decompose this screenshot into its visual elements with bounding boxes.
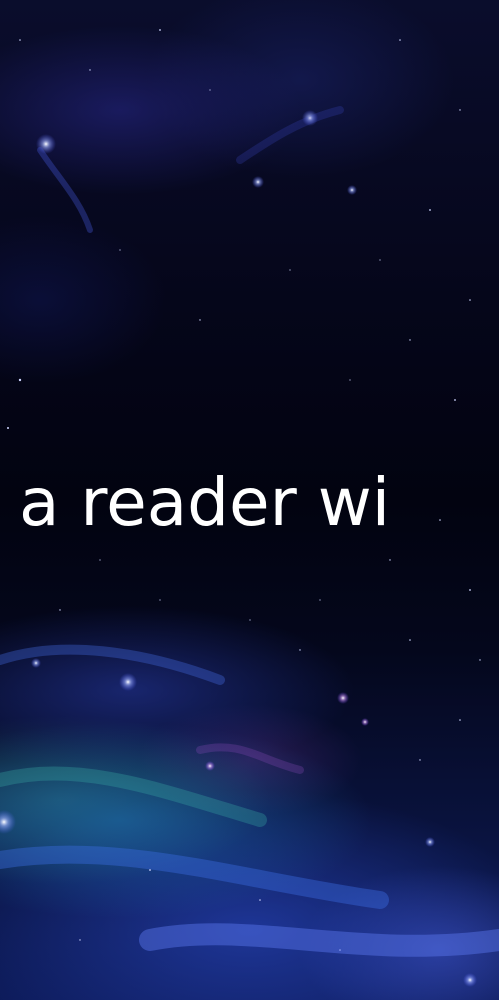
star <box>249 619 251 621</box>
star <box>159 29 161 31</box>
wisp <box>236 106 344 164</box>
star <box>479 659 481 661</box>
star-glow <box>361 718 369 726</box>
star <box>59 609 61 611</box>
star-glow <box>0 810 16 834</box>
star <box>379 259 381 261</box>
star-glow <box>31 658 41 668</box>
space-background: a reader wi <box>0 0 499 1000</box>
star <box>459 109 461 111</box>
star <box>454 399 456 401</box>
star <box>389 559 391 561</box>
star <box>419 759 421 761</box>
star <box>119 249 121 251</box>
star <box>409 639 411 641</box>
star <box>209 89 211 91</box>
star <box>199 319 201 321</box>
star-glow <box>205 761 215 771</box>
wisp <box>0 845 389 909</box>
star-glow <box>347 185 357 195</box>
star-glow <box>463 973 477 987</box>
star <box>7 427 9 429</box>
star <box>349 379 351 381</box>
star-glow <box>252 176 264 188</box>
star <box>399 39 401 41</box>
star <box>89 69 91 71</box>
star-glow <box>425 837 435 847</box>
star <box>259 899 261 901</box>
star <box>469 299 471 301</box>
headline-text: a reader wi <box>19 464 391 541</box>
wisp <box>0 766 267 827</box>
star <box>319 599 321 601</box>
star <box>429 209 431 211</box>
star <box>19 39 21 41</box>
star <box>469 589 471 591</box>
wisp <box>196 743 304 774</box>
star <box>159 599 161 601</box>
star <box>409 339 411 341</box>
star <box>299 649 301 651</box>
star <box>459 719 461 721</box>
star <box>289 269 291 271</box>
star-glow <box>337 692 349 704</box>
star <box>18 378 22 382</box>
star-glow <box>119 673 137 691</box>
star <box>99 559 101 561</box>
wisp <box>37 147 93 233</box>
star <box>439 519 441 521</box>
wisp <box>139 923 499 957</box>
star <box>79 939 81 941</box>
